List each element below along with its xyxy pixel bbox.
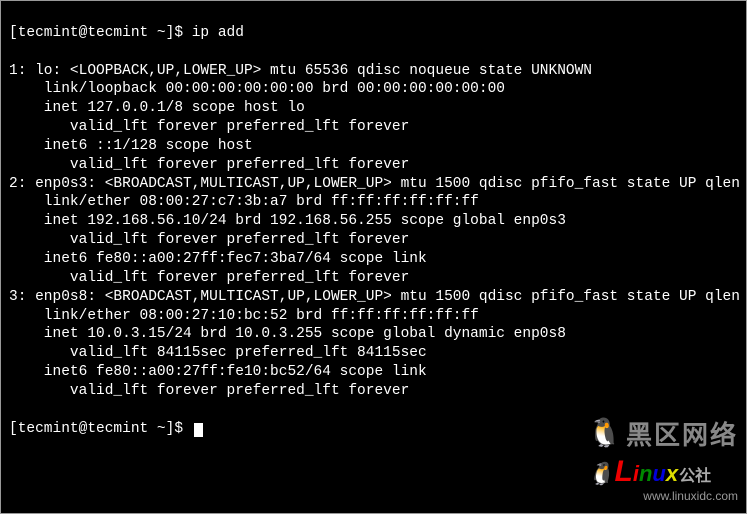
output-line: inet 10.0.3.15/24 brd 10.0.3.255 scope g…	[9, 325, 738, 344]
terminal-session[interactable]: [tecmint@tecmint ~]$ ip add 1: lo: <LOOP…	[9, 5, 738, 457]
output-line: valid_lft forever preferred_lft forever	[9, 156, 738, 175]
logo-letter: u	[652, 460, 665, 489]
watermark-chinese-text: 黑区网络	[626, 419, 738, 453]
output-line: 2: enp0s3: <BROADCAST,MULTICAST,UP,LOWER…	[9, 175, 738, 194]
tux-penguin-icon: 🐧	[587, 463, 614, 485]
output-line: inet6 ::1/128 scope host	[9, 137, 738, 156]
output-line: valid_lft 84115sec preferred_lft 84115se…	[9, 344, 738, 363]
shell-prompt: [tecmint@tecmint ~]$	[9, 25, 192, 41]
logo-letter: L	[615, 452, 633, 491]
watermark-url: www.linuxidc.com	[587, 489, 738, 505]
output-line: 3: enp0s8: <BROADCAST,MULTICAST,UP,LOWER…	[9, 288, 738, 307]
output-line: valid_lft forever preferred_lft forever	[9, 382, 738, 401]
output-line: link/loopback 00:00:00:00:00:00 brd 00:0…	[9, 80, 738, 99]
output-line: 1: lo: <LOOPBACK,UP,LOWER_UP> mtu 65536 …	[9, 62, 738, 81]
output-line: inet6 fe80::a00:27ff:fec7:3ba7/64 scope …	[9, 250, 738, 269]
command-output: 1: lo: <LOOPBACK,UP,LOWER_UP> mtu 65536 …	[9, 62, 738, 401]
tux-penguin-icon: 🐧	[587, 422, 622, 450]
logo-letter: n	[639, 460, 652, 489]
output-line: valid_lft forever preferred_lft forever	[9, 231, 738, 250]
output-line: valid_lft forever preferred_lft forever	[9, 118, 738, 137]
output-line: link/ether 08:00:27:10:bc:52 brd ff:ff:f…	[9, 307, 738, 326]
logo-gongshe: 公社	[679, 467, 711, 488]
output-line: inet6 fe80::a00:27ff:fe10:bc52/64 scope …	[9, 363, 738, 382]
output-line: inet 192.168.56.10/24 brd 192.168.56.255…	[9, 212, 738, 231]
output-line: inet 127.0.0.1/8 scope host lo	[9, 99, 738, 118]
command-text: ip add	[192, 25, 244, 41]
output-line: link/ether 08:00:27:c7:3b:a7 brd ff:ff:f…	[9, 193, 738, 212]
watermark: 🐧 黑区网络 🐧 L i n u x 公社 www.linuxidc.com	[587, 419, 738, 505]
cursor-icon	[194, 423, 203, 437]
watermark-top-row: 🐧 黑区网络	[587, 419, 738, 453]
watermark-linux-logo: 🐧 L i n u x 公社	[587, 452, 738, 491]
output-line: valid_lft forever preferred_lft forever	[9, 269, 738, 288]
logo-letter: x	[666, 460, 678, 489]
shell-prompt: [tecmint@tecmint ~]$	[9, 421, 192, 437]
